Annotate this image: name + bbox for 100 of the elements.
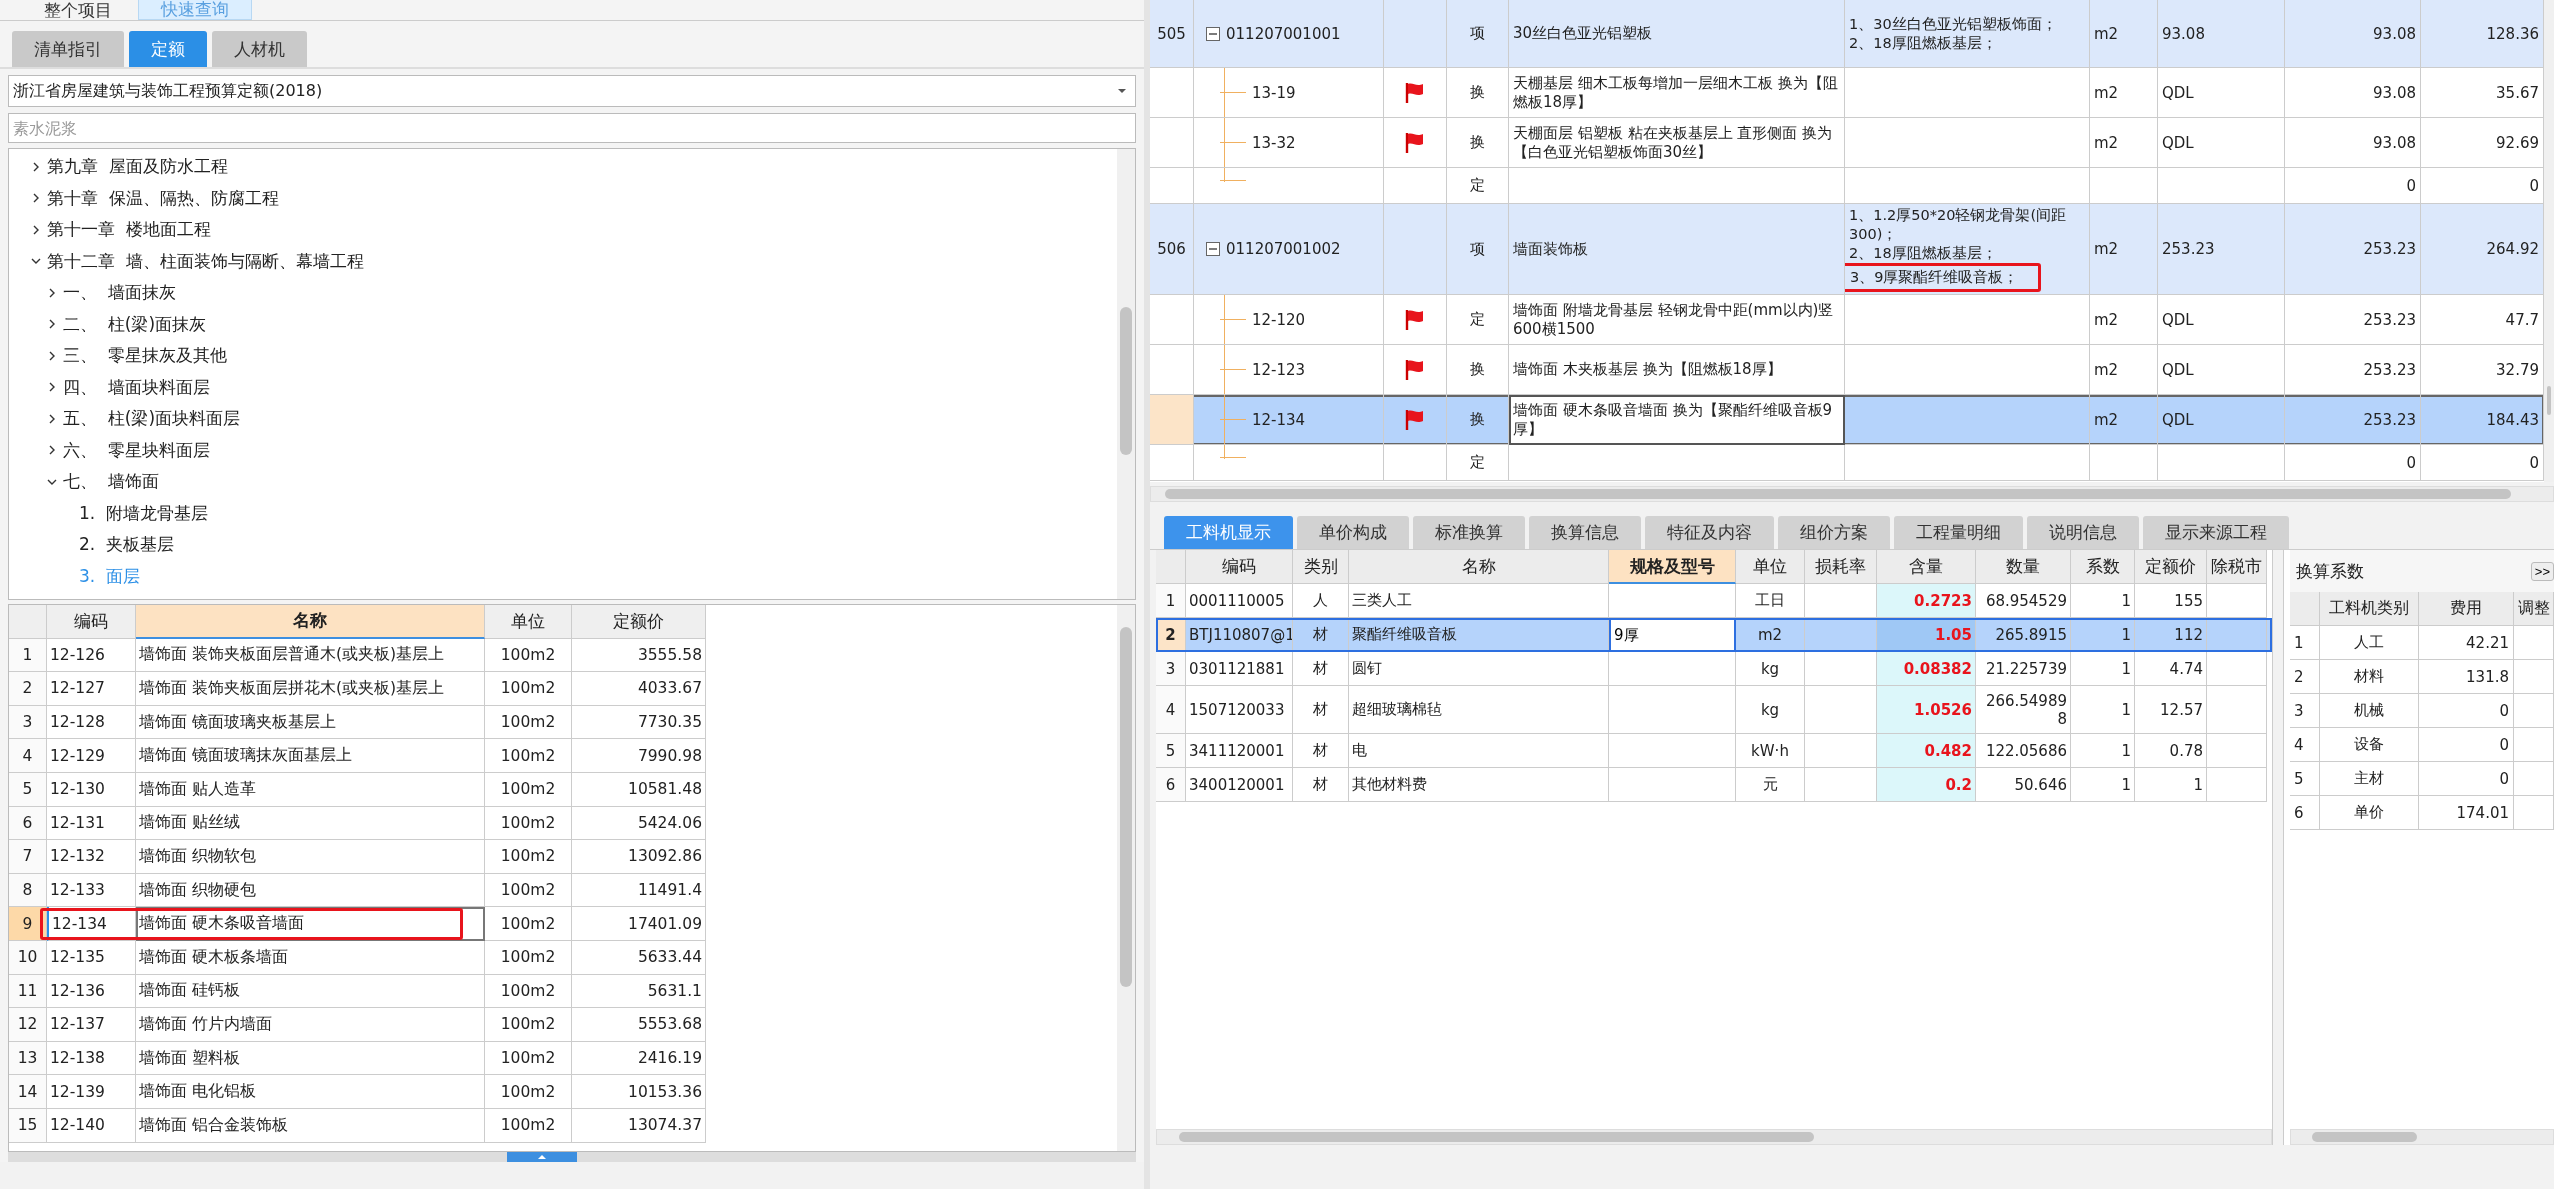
table-cell: 12-139 <box>47 1075 136 1109</box>
tree-item[interactable]: 第十一章 楼地面工程 <box>47 218 211 242</box>
table-cell: 100m2 <box>485 739 572 773</box>
expand-button[interactable]: >> <box>2530 561 2554 581</box>
tree-item[interactable]: 1. 附墙龙骨基层 <box>79 501 209 525</box>
column-header: 费用 <box>2419 592 2514 626</box>
table-cell: 元 <box>1736 768 1805 802</box>
detail-tab[interactable]: 显示来源工程 <box>2143 516 2289 549</box>
column-header[interactable]: 数量 <box>1976 550 2071 584</box>
tree-item[interactable]: 四、 墙面块料面层 <box>63 375 210 399</box>
table-cell: 墙饰面 织物硬包 <box>136 873 485 908</box>
tree-item[interactable]: 五、 柱(梁)面块料面层 <box>63 407 241 431</box>
chevron-right-icon[interactable] <box>47 287 57 298</box>
tree-item[interactable]: 一、 墙面抹灰 <box>63 281 176 305</box>
table-cell: 93.08 <box>2285 118 2421 168</box>
table-cell: 100m2 <box>485 638 572 673</box>
collapse-icon[interactable] <box>1206 242 1220 256</box>
search-field[interactable]: 素水泥浆 <box>8 113 1136 143</box>
spec-input[interactable]: 9厚 <box>1609 618 1736 652</box>
scrollbar[interactable] <box>2544 0 2554 482</box>
table-cell: 4.74 <box>2135 652 2207 686</box>
row-number: 3 <box>9 705 47 740</box>
chevron-right-icon[interactable] <box>47 382 57 393</box>
detail-tab[interactable]: 单价构成 <box>1297 516 1409 549</box>
tree-item[interactable]: 2. 夹板基层 <box>79 533 175 557</box>
row-number: 4 <box>9 739 47 773</box>
table-cell: 12-138 <box>47 1041 136 1076</box>
tree-item[interactable]: 第九章 屋面及防水工程 <box>47 155 228 179</box>
table-cell: 93.08 <box>2285 0 2421 68</box>
row-number: 5 <box>2290 762 2320 796</box>
table-cell: 12-134 <box>1252 410 1306 429</box>
detail-tab[interactable]: 特征及内容 <box>1645 516 1774 549</box>
tree-item[interactable]: 第十二章 墙、柱面装饰与隔断、幕墙工程 <box>47 249 364 273</box>
column-header[interactable]: 损耗率 <box>1805 550 1877 584</box>
scrollbar[interactable] <box>1117 149 1135 599</box>
scrollbar[interactable] <box>1150 486 2554 502</box>
column-header[interactable]: 单位 <box>1736 550 1805 584</box>
panel-tab[interactable]: 整个项目 <box>22 0 134 20</box>
tree-item[interactable]: 二、 柱(梁)面抹灰 <box>63 312 207 336</box>
table-cell: 253.23 <box>2285 204 2421 295</box>
detail-tab[interactable]: 工程量明细 <box>1894 516 2023 549</box>
table-cell: 12.57 <box>2135 686 2207 734</box>
column-header[interactable]: 含量 <box>1877 550 1976 584</box>
column-header[interactable]: 定额价 <box>572 605 706 639</box>
chevron-right-icon[interactable] <box>47 445 57 456</box>
detail-tab[interactable]: 说明信息 <box>2027 516 2139 549</box>
table-cell: 墙面装饰板 <box>1509 204 1845 295</box>
table-cell: QDL <box>2158 118 2285 168</box>
tree-item[interactable]: 六、 零星块料面层 <box>63 438 210 462</box>
chevron-right-icon[interactable] <box>47 350 57 361</box>
table-cell: 项 <box>1447 204 1509 295</box>
column-header[interactable]: 编码 <box>1186 550 1293 584</box>
column-header[interactable]: 除税市 <box>2207 550 2267 584</box>
column-header[interactable]: 编码 <box>47 605 136 639</box>
table-cell: 3411120001 <box>1186 734 1293 768</box>
arrow-up-icon <box>537 1154 547 1160</box>
chevron-right-icon[interactable] <box>31 161 41 172</box>
tree-item[interactable]: 3. 面层 <box>79 564 141 588</box>
tree-item[interactable]: 三、 零星抹灰及其他 <box>63 344 227 368</box>
library-select[interactable]: 浙江省房屋建筑与装饰工程预算定额(2018) <box>8 75 1136 107</box>
row-number: 5 <box>1156 734 1186 768</box>
detail-tab[interactable]: 组价方案 <box>1778 516 1890 549</box>
chevron-right-icon[interactable] <box>47 413 57 424</box>
table-cell: m2 <box>1736 618 1805 652</box>
chevron-right-icon[interactable] <box>47 319 57 330</box>
scrollbar[interactable] <box>2290 1129 2554 1145</box>
table-cell: 10581.48 <box>572 772 706 807</box>
column-header[interactable]: 系数 <box>2071 550 2135 584</box>
row-number: 10 <box>9 940 47 975</box>
table-cell: 5631.1 <box>572 974 706 1009</box>
column-header[interactable]: 单位 <box>485 605 572 639</box>
chevron-right-icon[interactable] <box>31 224 41 235</box>
detail-tab[interactable]: 换算信息 <box>1529 516 1641 549</box>
column-header[interactable]: 名称 <box>136 605 485 639</box>
scrollbar[interactable] <box>1117 605 1135 1151</box>
column-header[interactable]: 类别 <box>1293 550 1349 584</box>
scrollbar[interactable] <box>1156 1129 2272 1145</box>
column-header[interactable]: 定额价 <box>2135 550 2207 584</box>
tree-item[interactable]: 第十章 保温、隔热、防腐工程 <box>47 186 279 210</box>
table-cell: m2 <box>2090 395 2158 445</box>
splitter-handle[interactable] <box>507 1152 577 1162</box>
collapse-icon[interactable] <box>1206 26 1220 41</box>
chevron-right-icon[interactable] <box>31 193 41 204</box>
table-cell: 93.08 <box>2285 68 2421 118</box>
table-cell: 7990.98 <box>572 739 706 773</box>
table-cell: 12-135 <box>47 940 136 975</box>
column-header[interactable]: 名称 <box>1349 550 1609 584</box>
library-tab[interactable]: 清单指引 <box>12 31 124 67</box>
column-header[interactable]: 规格及型号 <box>1609 550 1736 584</box>
detail-tab[interactable]: 标准换算 <box>1413 516 1525 549</box>
tree-item[interactable]: 七、 墙饰面 <box>63 470 159 494</box>
library-tab[interactable]: 人材机 <box>212 31 307 67</box>
table-cell: 112 <box>2135 618 2207 652</box>
table-cell: 12-120 <box>1252 310 1306 329</box>
table-cell: m2 <box>2090 0 2158 68</box>
table-cell: 12-126 <box>47 638 136 673</box>
table-cell: 0.78 <box>2135 734 2207 768</box>
table-cell: 266.549898 <box>1976 686 2071 734</box>
table-cell: 0 <box>2285 445 2421 481</box>
feature-text: 1、30丝白色亚光铝塑板饰面； <box>1849 14 2057 34</box>
